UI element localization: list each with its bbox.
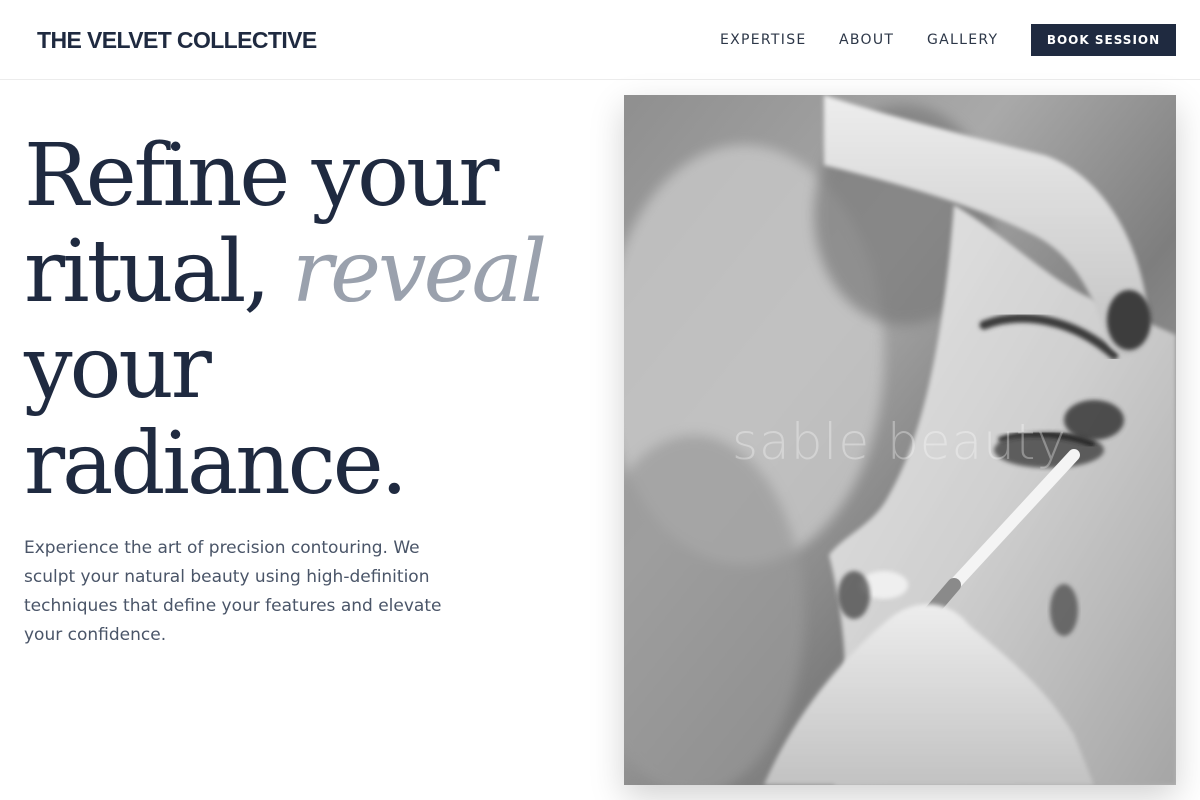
headline-line-4: radiance.	[24, 414, 408, 514]
nav-link-gallery[interactable]: GALLERY	[927, 24, 998, 56]
main-nav: EXPERTISE ABOUT GALLERY BOOK SESSION	[0, 24, 1200, 56]
headline-line-2-start: ritual,	[24, 222, 293, 322]
nav-link-about[interactable]: ABOUT	[839, 24, 894, 56]
headline-line-3: your	[24, 318, 212, 418]
nav-link-expertise[interactable]: EXPERTISE	[720, 24, 807, 56]
headline-accent-word: reveal	[292, 222, 547, 322]
site-header: THE VELVET COLLECTIVE EXPERTISE ABOUT GA…	[0, 0, 1200, 80]
headline-line-2: ritual, reveal	[24, 224, 604, 320]
book-session-button[interactable]: BOOK SESSION	[1031, 24, 1176, 56]
hero-headline: Refine your ritual, reveal your radiance…	[24, 128, 604, 512]
photo-watermark: sable beauty	[732, 413, 1067, 471]
headline-line-1: Refine your	[24, 126, 499, 226]
hero-photo: sable beauty	[624, 95, 1176, 785]
hero-intro-text: Experience the art of precision contouri…	[24, 538, 442, 645]
